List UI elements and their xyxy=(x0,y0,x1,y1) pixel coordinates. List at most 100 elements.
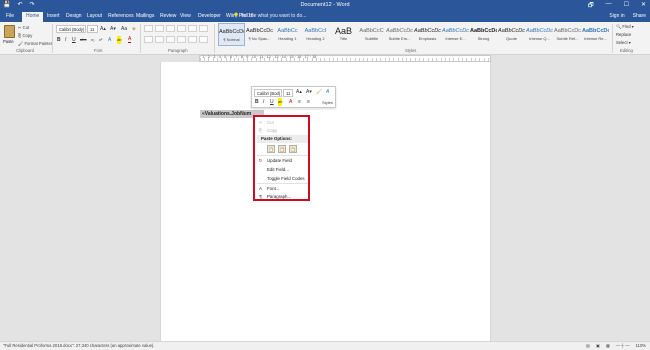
mini-font-color-button[interactable]: A xyxy=(289,98,292,106)
mini-underline-button[interactable]: U xyxy=(270,98,274,106)
increase-indent-button[interactable] xyxy=(188,25,197,32)
underline-button[interactable]: U xyxy=(72,36,76,44)
tell-me-box[interactable]: 💡 Tell me what you want to do... xyxy=(233,13,306,19)
tab-developer[interactable]: Developer xyxy=(198,13,221,19)
ribbon-display-options-icon[interactable]: 🗗 xyxy=(588,1,594,11)
bullets-button[interactable] xyxy=(144,25,153,32)
justify-button[interactable] xyxy=(177,36,186,43)
font-color-button[interactable]: A xyxy=(128,36,132,43)
style-subtle-reference[interactable]: AaBbCcDc Subtle Ref... xyxy=(554,23,581,46)
paste-keep-text-only-icon[interactable]: 📋 xyxy=(289,145,297,153)
style-subtitle[interactable]: AaBbCcC Subtitle xyxy=(358,23,385,46)
tab-review[interactable]: Review xyxy=(160,13,176,19)
text-effects-button[interactable]: A xyxy=(108,36,111,44)
style-heading-2[interactable]: AaBbCcI Heading 2 xyxy=(302,23,329,46)
tab-view[interactable]: View xyxy=(180,13,191,19)
style-intense-emphasis[interactable]: AaBbCcDc Intense E... xyxy=(442,23,469,46)
tab-home[interactable]: Home xyxy=(22,12,44,22)
tab-mailings[interactable]: Mailings xyxy=(136,13,154,19)
format-painter-button[interactable]: 🖌 Format Painter xyxy=(18,41,52,47)
shading-button[interactable] xyxy=(199,36,208,43)
menu-item-paragraph[interactable]: ¶ Paragraph... xyxy=(257,192,308,201)
mini-italic-button[interactable]: I xyxy=(263,98,264,106)
tab-layout[interactable]: Layout xyxy=(87,13,102,19)
menu-item-copy[interactable]: ⎘ Copy xyxy=(257,126,308,135)
replace-button[interactable]: Replace xyxy=(616,32,631,37)
bold-button[interactable]: B xyxy=(57,36,61,44)
style-no-spacing[interactable]: AaBbCcDc ¶ No Spac... xyxy=(246,23,273,46)
tab-file[interactable]: File xyxy=(6,13,14,19)
editing-group-label: Editing xyxy=(620,48,633,53)
style-strong[interactable]: AaBbCcDc Strong xyxy=(470,23,497,46)
style-emphasis[interactable]: AaBbCcDc Emphasis xyxy=(414,23,441,46)
font-size-select[interactable]: 11 xyxy=(87,25,98,33)
title-bar: 💾 ↶ ↷ Document12 - Word 🗗 — ☐ ✕ xyxy=(0,0,650,11)
paste-icon[interactable] xyxy=(4,25,15,38)
horizontal-ruler[interactable]: · 1 · 2 · 3 · 4 · 5 · 6 · 7 · 8 · 9 · 10… xyxy=(199,55,491,62)
menu-item-edit-field[interactable]: Edit Field... xyxy=(257,165,308,174)
superscript-button[interactable]: x² xyxy=(99,36,102,44)
style-subtle-emphasis[interactable]: AaBbCcDc Subtle Em... xyxy=(386,23,413,46)
shrink-font-icon[interactable]: A▾ xyxy=(110,25,116,33)
subscript-button[interactable]: x₂ xyxy=(91,36,95,44)
align-left-button[interactable] xyxy=(144,36,153,43)
mini-font-name-select[interactable]: Calibri (Bod) xyxy=(254,89,282,97)
align-right-button[interactable] xyxy=(166,36,175,43)
style-quote[interactable]: AaBbCcDc Quote xyxy=(498,23,525,46)
mini-numbering-button[interactable]: ≡ xyxy=(307,98,310,106)
style-title[interactable]: AaB Title xyxy=(330,23,357,46)
font-name-select[interactable]: Calibri (Body) xyxy=(56,25,86,33)
close-button[interactable]: ✕ xyxy=(641,1,646,11)
read-mode-icon[interactable]: ▤ xyxy=(586,342,590,350)
style-intense-quote[interactable]: AaBbCcDc Intense Q... xyxy=(526,23,553,46)
mini-bold-button[interactable]: B xyxy=(255,98,259,106)
paste-button-label[interactable]: Paste xyxy=(3,39,14,44)
mini-bullets-button[interactable]: ≡ xyxy=(298,98,301,106)
mini-highlight-button[interactable]: ab xyxy=(278,98,283,106)
strikethrough-button[interactable]: abc xyxy=(80,36,86,44)
mini-styles-label[interactable]: Styles xyxy=(322,100,333,105)
menu-item-toggle-field-codes[interactable]: Toggle Field Codes xyxy=(257,174,308,183)
sign-in-link[interactable]: Sign in xyxy=(609,13,624,19)
align-center-button[interactable] xyxy=(155,36,164,43)
grow-font-icon[interactable]: A▴ xyxy=(100,25,106,33)
minimize-button[interactable]: — xyxy=(606,1,612,11)
menu-item-label: Font... xyxy=(267,186,280,191)
style-name: Subtitle xyxy=(364,36,379,41)
web-layout-icon[interactable]: ▦ xyxy=(606,342,610,350)
cut-button[interactable]: ✂ Cut xyxy=(18,25,29,30)
change-case-icon[interactable]: Aa xyxy=(121,25,127,33)
mini-shrink-font-icon[interactable]: A▾ xyxy=(306,88,312,96)
styles-group-label: Styles xyxy=(405,48,417,53)
italic-button[interactable]: I xyxy=(65,36,66,44)
menu-item-update-field[interactable]: ↻ Update Field xyxy=(257,156,308,165)
numbering-button[interactable] xyxy=(155,25,164,32)
print-layout-icon[interactable]: ▣ xyxy=(596,342,600,350)
find-button[interactable]: 🔍 Find ▾ xyxy=(616,24,634,30)
tab-design[interactable]: Design xyxy=(66,13,82,19)
paste-keep-source-icon[interactable]: 📋 xyxy=(267,145,275,153)
line-spacing-button[interactable] xyxy=(188,36,197,43)
style-heading-1[interactable]: AaBbCc Heading 1 xyxy=(274,23,301,46)
zoom-slider[interactable]: — ┼ — xyxy=(616,342,630,350)
zoom-level[interactable]: 110% xyxy=(636,342,646,350)
mini-font-size-select[interactable]: 11 xyxy=(283,89,293,97)
style-normal[interactable]: AaBbCcDc ¶ Normal xyxy=(218,23,245,46)
tab-references[interactable]: References xyxy=(108,13,134,19)
share-button[interactable]: Share xyxy=(633,13,646,19)
copy-button[interactable]: ⎘ Copy xyxy=(18,33,32,38)
paste-merge-formatting-icon[interactable]: 📋 xyxy=(278,145,286,153)
tab-insert[interactable]: Insert xyxy=(47,13,60,19)
highlight-button[interactable]: ab xyxy=(117,36,122,44)
decrease-indent-button[interactable] xyxy=(177,25,186,32)
select-button[interactable]: Select ▾ xyxy=(616,40,631,45)
sort-button[interactable] xyxy=(199,25,208,32)
multilevel-list-button[interactable] xyxy=(166,25,175,32)
style-name: Quote xyxy=(506,36,517,41)
style-intense-reference[interactable]: AaBbCcDc Intense Re... xyxy=(582,23,609,46)
mini-format-painter-icon[interactable]: 🖌 xyxy=(316,88,322,96)
mini-grow-font-icon[interactable]: A▴ xyxy=(296,88,302,96)
clear-formatting-icon[interactable]: ◈ xyxy=(132,25,136,33)
maximize-button[interactable]: ☐ xyxy=(624,1,629,11)
mini-styles-icon[interactable]: A xyxy=(326,88,329,96)
